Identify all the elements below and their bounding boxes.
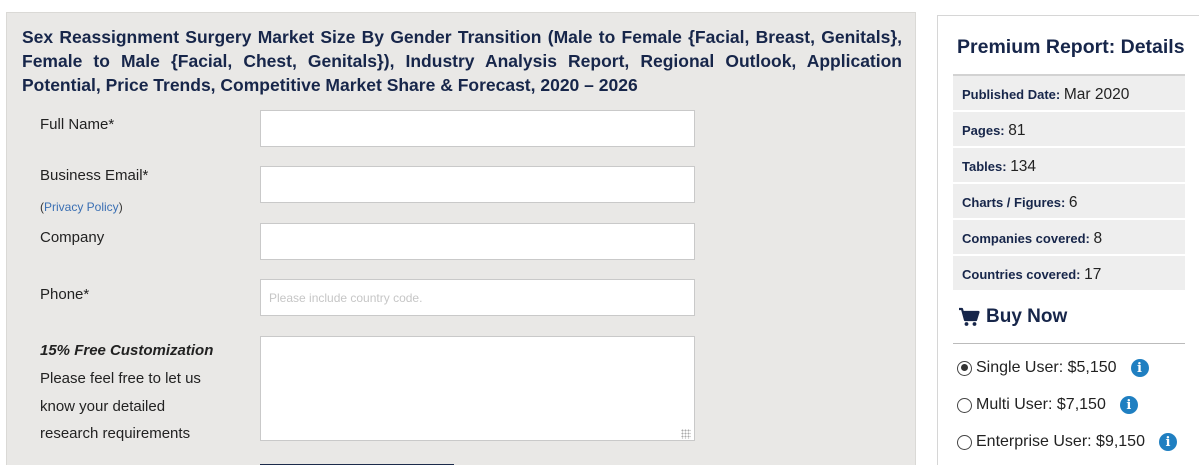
buy-now-label: Buy Now [986,306,1068,327]
radio-single-user[interactable] [957,360,972,376]
radio-enterprise-user[interactable] [957,434,972,450]
detail-value: 17 [1084,266,1102,283]
report-title: Sex Reassignment Surgery Market Size By … [22,27,902,95]
detail-tables: Tables: 134 [953,148,1185,183]
detail-value: 8 [1093,230,1103,247]
detail-label: Companies covered: [962,231,1090,246]
detail-value: Mar 2020 [1063,86,1130,103]
license-option-multi[interactable]: Multi User: $7,150 i [957,396,1138,414]
customization-line-3: research requirements [40,425,191,442]
detail-value: 81 [1008,122,1026,139]
cart-icon [958,307,980,327]
requirements-textarea[interactable] [260,336,695,441]
company-label: Company [40,229,105,246]
phone-input[interactable] [260,279,695,316]
radio-multi-user[interactable] [957,397,972,413]
report-details-sidebar: Premium Report: Details Published Date: … [937,15,1199,465]
customization-line-2: know your detailed [40,398,166,415]
license-label[interactable]: Enterprise User: $9,150 [976,433,1145,451]
sidebar-title: Premium Report: Details [957,36,1185,58]
email-label: Business Email* [40,167,149,184]
detail-label: Published Date: [962,87,1061,102]
full-name-input[interactable] [260,110,695,147]
license-label[interactable]: Multi User: $7,150 [976,396,1106,414]
detail-label: Countries covered: [962,267,1081,282]
customization-title: 15% Free Customization [40,342,214,359]
textarea-resize-handle[interactable] [681,429,691,439]
privacy-policy-link[interactable]: Privacy Policy [44,200,119,214]
detail-charts-figures: Charts / Figures: 6 [953,184,1185,219]
license-option-single[interactable]: Single User: $5,150 i [957,359,1149,377]
privacy-policy-wrapper: (Privacy Policy) [40,200,123,214]
full-name-label: Full Name* [40,116,115,133]
phone-label: Phone* [40,286,90,303]
info-icon[interactable]: i [1119,396,1138,414]
request-form-panel: Sex Reassignment Surgery Market Size By … [6,12,916,465]
detail-value: 134 [1010,158,1037,175]
detail-label: Tables: [962,159,1007,174]
detail-value: 6 [1068,194,1078,211]
detail-countries-covered: Countries covered: 17 [953,256,1185,291]
company-input[interactable] [260,223,695,260]
detail-label: Pages: [962,123,1005,138]
detail-companies-covered: Companies covered: 8 [953,220,1185,255]
info-icon[interactable]: i [1130,359,1149,377]
privacy-close-paren: ) [118,200,123,214]
customization-line-1: Please feel free to let us [40,370,201,387]
license-label[interactable]: Single User: $5,150 [976,359,1117,377]
divider [953,343,1185,344]
license-option-enterprise[interactable]: Enterprise User: $9,150 i [957,433,1177,451]
detail-label: Charts / Figures: [962,195,1066,210]
detail-pages: Pages: 81 [953,112,1185,147]
business-email-input[interactable] [260,166,695,203]
info-icon[interactable]: i [1158,433,1177,451]
detail-published-date: Published Date: Mar 2020 [953,76,1185,111]
buy-now-heading: Buy Now [958,306,1067,328]
